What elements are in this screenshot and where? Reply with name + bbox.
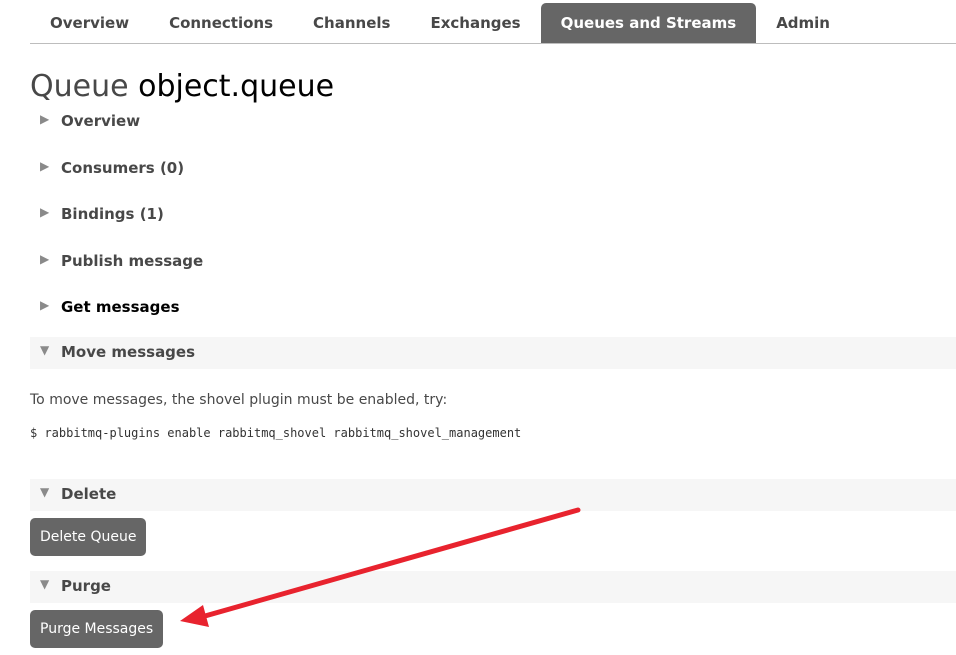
delete-queue-button[interactable]: Delete Queue	[30, 518, 147, 556]
section-purge-label: Purge	[61, 577, 111, 595]
section-overview[interactable]: ▶ Overview	[30, 106, 956, 138]
section-bindings[interactable]: ▶ Bindings (1)	[30, 199, 956, 231]
tab-admin[interactable]: Admin	[756, 3, 850, 43]
tab-overview[interactable]: Overview	[30, 3, 149, 43]
tab-channels[interactable]: Channels	[293, 3, 410, 43]
section-consumers[interactable]: ▶ Consumers (0)	[30, 153, 956, 185]
section-consumers-label: Consumers (0)	[61, 159, 185, 177]
annotation-arrow-head	[180, 605, 209, 627]
move-hint-text: To move messages, the shovel plugin must…	[30, 392, 448, 408]
triangle-right-icon: ▶	[40, 205, 50, 219]
section-get-messages-label: Get messages	[61, 298, 180, 316]
triangle-down-icon: ▼	[40, 343, 50, 357]
section-delete-label: Delete	[61, 485, 117, 503]
tab-exchanges[interactable]: Exchanges	[410, 3, 540, 43]
main-nav-tabs: Overview Connections Channels Exchanges …	[30, 3, 956, 44]
section-get-messages[interactable]: ▶ Get messages	[30, 292, 956, 324]
triangle-right-icon: ▶	[40, 159, 50, 173]
triangle-right-icon: ▶	[40, 252, 50, 266]
page-title: Queue object.queue	[30, 68, 334, 106]
triangle-right-icon: ▶	[40, 298, 50, 312]
section-publish-message[interactable]: ▶ Publish message	[30, 246, 956, 278]
section-delete[interactable]: ▼ Delete	[30, 479, 956, 511]
page-title-prefix: Queue	[30, 69, 129, 104]
purge-messages-button[interactable]: Purge Messages	[30, 610, 164, 648]
section-publish-message-label: Publish message	[61, 252, 204, 270]
queue-name: object.queue	[138, 69, 335, 104]
section-overview-label: Overview	[61, 112, 141, 130]
section-bindings-label: Bindings (1)	[61, 205, 164, 223]
tab-connections[interactable]: Connections	[149, 3, 293, 43]
shovel-command: $ rabbitmq-plugins enable rabbitmq_shove…	[30, 426, 522, 440]
section-move-messages-label: Move messages	[61, 343, 196, 361]
triangle-down-icon: ▼	[40, 485, 50, 499]
triangle-down-icon: ▼	[40, 577, 50, 591]
section-move-messages[interactable]: ▼ Move messages	[30, 337, 956, 369]
tab-queues-and-streams[interactable]: Queues and Streams	[540, 3, 757, 43]
triangle-right-icon: ▶	[40, 112, 50, 126]
section-purge[interactable]: ▼ Purge	[30, 571, 956, 603]
